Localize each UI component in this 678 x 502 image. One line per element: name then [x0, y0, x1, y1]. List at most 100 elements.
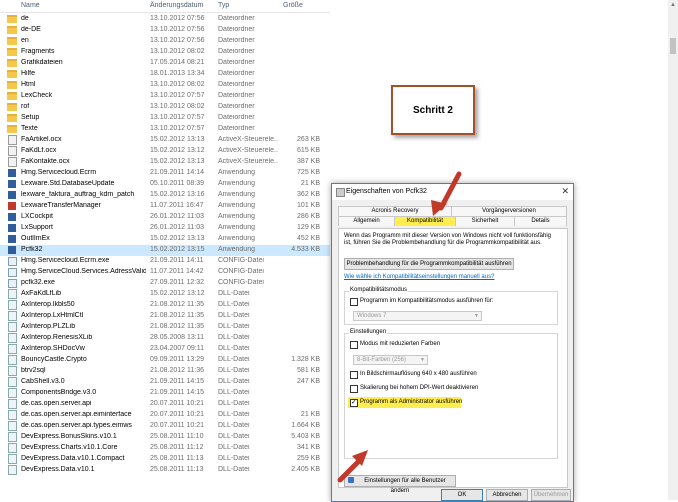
column-type[interactable]: Typ: [218, 2, 229, 9]
file-row[interactable]: AxInterop.SHDocVw 23.04.2007 09:11 DLL-Dat…: [0, 344, 330, 355]
file-row[interactable]: Grafikdateien 17.05.2014 08:21 Dateiordner: [0, 58, 330, 69]
all-users-button-label: Einstellungen für alle Benutzer ändern: [364, 478, 446, 494]
manual-settings-link[interactable]: Wie wähle ich Kompatibilitätseinstellung…: [344, 274, 494, 280]
file-row[interactable]: LexwareTransferManager 11.07.2011 16:47 An…: [0, 201, 330, 212]
resolution-checkbox[interactable]: [350, 371, 358, 379]
file-type: DLL-Datei: [218, 422, 250, 429]
file-row[interactable]: LXCockpit 26.01.2012 11:03 Anwendung 286 KB: [0, 212, 330, 223]
file-row[interactable]: btrv2sql 21.08.2012 11:36 DLL-Datei 581 KB: [0, 366, 330, 377]
file-icon: [8, 465, 17, 475]
file-row[interactable]: Hmg.Servicecloud.Ecrm 21.09.2011 14:14 Anw…: [0, 168, 330, 179]
file-icon: [8, 191, 16, 199]
column-date[interactable]: Änderungsdatum: [150, 2, 203, 9]
folder-icon: [7, 125, 17, 133]
close-icon[interactable]: ✕: [561, 186, 569, 197]
dpi-checkbox[interactable]: [350, 385, 358, 393]
column-name[interactable]: Name: [21, 2, 40, 9]
file-row[interactable]: DevExpress.Data.v10.1 25.08.2011 11:13 DLL…: [0, 465, 330, 476]
file-row[interactable]: DevExpress.BonusSkins.v10.1 25.08.2011 11…: [0, 432, 330, 443]
file-name: FaKontakte.ocx: [21, 158, 70, 165]
scroll-thumb[interactable]: [670, 38, 676, 54]
compat-mode-group: Kompatibilitätsmodus Programm im Kompati…: [344, 287, 558, 325]
os-select-value: Windows 7: [357, 313, 387, 319]
file-row[interactable]: DevExpress.Data.v10.1.Compact 25.08.2011 …: [0, 454, 330, 465]
all-users-button[interactable]: Einstellungen für alle Benutzer ändern: [344, 475, 456, 494]
folder-icon: [7, 81, 17, 89]
file-row[interactable]: ComponentsBridge.v3.0 21.09.2011 14:15 DLL…: [0, 388, 330, 399]
reduced-colors-label: Modus mit reduzierten Farben: [360, 341, 441, 347]
file-row[interactable]: de 13.10.2012 07:56 Dateiordner: [0, 14, 330, 25]
file-row[interactable]: FaKontakte.ocx 15.02.2012 13:13 ActiveX-St…: [0, 157, 330, 168]
file-row[interactable]: AxInterop.LxHtmlCtl 21.08.2012 11:35 DLL-D…: [0, 311, 330, 322]
tab-allgemein[interactable]: Allgemein: [338, 216, 395, 226]
file-row[interactable]: AxInterop.lkbls50 21.08.2012 11:35 DLL-Dat…: [0, 300, 330, 311]
file-row[interactable]: lexware_faktura_auftrag_kdm_patch 15.02.2…: [0, 190, 330, 201]
file-name: DevExpress.Charts.v10.1.Core: [21, 444, 118, 451]
ok-button[interactable]: OK: [441, 489, 483, 501]
file-size: 129 KB: [297, 224, 320, 231]
tab-sicherheit[interactable]: Sicherheit: [455, 216, 515, 226]
file-row[interactable]: LexCheck 13.10.2012 07:57 Dateiordner: [0, 91, 330, 102]
file-type: DLL-Datei: [218, 345, 250, 352]
file-type: CONFIG-Datei: [218, 279, 264, 286]
file-row[interactable]: Texte 13.10.2012 07:57 Dateiordner: [0, 124, 330, 135]
file-row[interactable]: FaKdLf.ocx 15.02.2012 13:12 ActiveX-Steuer…: [0, 146, 330, 157]
file-row[interactable]: Lexware.Std.DatabaseUpdate 05.10.2011 08:…: [0, 179, 330, 190]
file-row[interactable]: FaArtikel.ocx 15.02.2012 13:13 ActiveX-Ste…: [0, 135, 330, 146]
file-name: DevExpress.Data.v10.1: [21, 466, 95, 473]
file-icon: [8, 399, 17, 409]
admin-checkbox[interactable]: [350, 398, 358, 407]
file-row[interactable]: pcfk32.exe 27.09.2011 12:32 CONFIG-Datei: [0, 278, 330, 289]
file-row[interactable]: OutlImEx 15.02.2012 13:13 Anwendung 452 KB: [0, 234, 330, 245]
file-date: 21.08.2012 11:35: [150, 312, 204, 319]
apply-button[interactable]: Übernehmen: [531, 489, 571, 501]
file-name: Lexware.Std.DatabaseUpdate: [21, 180, 115, 187]
callout-text: Schritt 2: [412, 104, 453, 116]
column-size[interactable]: Größe: [283, 2, 303, 9]
file-row[interactable]: BouncyCastle.Crypto 09.09.2011 13:29 DLL-D…: [0, 355, 330, 366]
compat-mode-checkbox[interactable]: [350, 298, 358, 306]
file-row[interactable]: de.cas.open.server.api.types.eimws 20.07.…: [0, 421, 330, 432]
file-row[interactable]: AxInterop.RenesisXLib 28.05.2008 13:11 DLL…: [0, 333, 330, 344]
file-row[interactable]: Hmg.ServiceCloud.Services.AdressValidat.…: [0, 267, 330, 278]
settings-group: Einstellungen Modus mit reduzierten Farb…: [344, 329, 558, 459]
file-name: AxInterop.SHDocVw: [21, 345, 85, 352]
file-row[interactable]: en 13.10.2012 07:56 Dateiordner: [0, 36, 330, 47]
file-row[interactable]: Pcfk32 15.02.2012 13:15 Anwendung 4.533 KB: [0, 245, 330, 256]
file-icon: [8, 202, 16, 210]
admin-label: Programm als Administrator ausführen: [360, 399, 463, 405]
file-name: LexCheck: [21, 92, 53, 99]
tab-kompatibilitaet[interactable]: Kompatibilität: [394, 216, 456, 226]
dialog-titlebar[interactable]: Eigenschaften von Pcfk32 ✕: [332, 184, 573, 200]
file-row[interactable]: LxSupport 26.01.2012 11:03 Anwendung 129 KB: [0, 223, 330, 234]
troubleshoot-button[interactable]: Problembehandlung für die Programmkompat…: [344, 258, 514, 270]
file-row[interactable]: Html 13.10.2012 08:02 Dateiordner: [0, 80, 330, 91]
tab-vorgaengerversionen[interactable]: Vorgängerversionen: [451, 206, 567, 216]
scroll-up-icon[interactable]: ▲: [670, 2, 676, 8]
file-type: DLL-Datei: [218, 301, 250, 308]
cancel-button[interactable]: Abbrechen: [486, 489, 528, 501]
file-row[interactable]: de.cas.open.server.api 20.07.2011 10:21 DL…: [0, 399, 330, 410]
tab-details[interactable]: Details: [514, 216, 567, 226]
file-row[interactable]: CabShell.v3.0 21.09.2011 14:15 DLL-Datei 24…: [0, 377, 330, 388]
file-row[interactable]: Hilfe 18.01.2013 13:34 Dateiordner: [0, 69, 330, 80]
file-row[interactable]: Hmg.Servicecloud.Ecrm.exe 21.09.2011 14:1…: [0, 256, 330, 267]
file-row[interactable]: AxInterop.PLZLib 21.08.2012 11:35 DLL-Date…: [0, 322, 330, 333]
file-type: Dateiordner: [218, 26, 255, 33]
file-name: Pcfk32: [21, 246, 43, 253]
file-size: 2.405 KB: [291, 466, 320, 473]
file-row[interactable]: de-DE 13.10.2012 07:56 Dateiordner: [0, 25, 330, 36]
file-row[interactable]: de.cas.open.server.api.eiminterface 20.07…: [0, 410, 330, 421]
file-name: btrv2sql: [21, 367, 46, 374]
file-row[interactable]: Setup 13.10.2012 07:57 Dateiordner: [0, 113, 330, 124]
vertical-scrollbar[interactable]: ▲: [668, 0, 678, 500]
os-select[interactable]: Windows 7 ▼: [353, 311, 482, 321]
file-row[interactable]: Fragments 13.10.2012 08:02 Dateiordner: [0, 47, 330, 58]
file-row[interactable]: rof 13.10.2012 08:02 Dateiordner: [0, 102, 330, 113]
reduced-colors-checkbox[interactable]: [350, 341, 358, 349]
file-row[interactable]: DevExpress.Charts.v10.1.Core 25.08.2011 1…: [0, 443, 330, 454]
folder-icon: [7, 59, 17, 67]
tab-acronis-recovery[interactable]: Acronis Recovery: [338, 206, 452, 216]
file-row[interactable]: AxFaKdLfLib 15.02.2012 13:12 DLL-Datei: [0, 289, 330, 300]
colors-select[interactable]: 8-Bit-Farben (256) ▼: [353, 355, 428, 365]
